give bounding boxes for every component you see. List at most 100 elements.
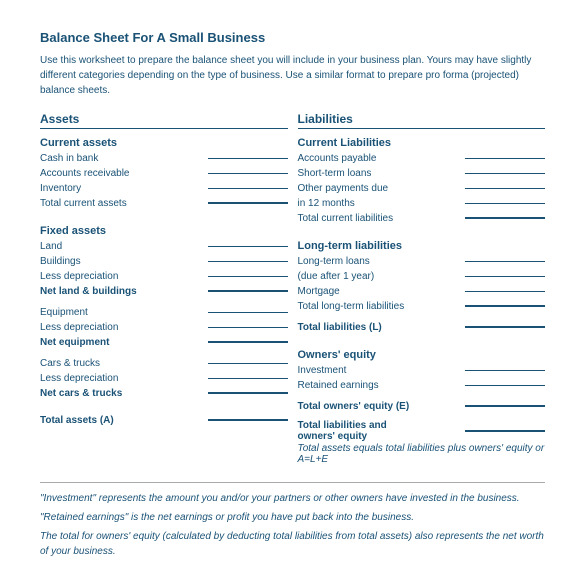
input-line [465, 370, 545, 371]
row-label: in 12 months [298, 198, 462, 209]
balance-sheet-columns: Assets Current assets Cash in bank Accou… [40, 112, 545, 466]
input-line [465, 203, 545, 204]
row-label: Less depreciation [40, 373, 204, 384]
footer-line1: "Investment" represents the amount you a… [40, 491, 545, 506]
row-label: Retained earnings [298, 380, 462, 391]
list-item: Cars & trucks [40, 356, 288, 370]
input-line [465, 188, 545, 189]
list-item: Less depreciation [40, 269, 288, 283]
input-line [465, 326, 545, 328]
total-owners-equity-label: Total owners' equity (E) [298, 401, 462, 412]
list-item: Less depreciation [40, 320, 288, 334]
input-line [465, 173, 545, 174]
row-label: Net cars & trucks [40, 388, 204, 399]
row-label: Cars & trucks [40, 358, 204, 369]
list-item: Total current liabilities [298, 211, 546, 225]
list-item: Inventory [40, 181, 288, 195]
input-line [208, 188, 288, 189]
input-line [208, 312, 288, 313]
input-line [208, 173, 288, 174]
row-label: Total long-term liabilities [298, 301, 462, 312]
list-item: Total current assets [40, 196, 288, 210]
input-line [208, 276, 288, 277]
list-item: Retained earnings [298, 378, 546, 392]
list-item: Short-term loans [298, 166, 546, 180]
total-assets-label: Total assets (A) [40, 415, 204, 426]
input-line [208, 158, 288, 159]
row-label: Net land & buildings [40, 286, 204, 297]
input-line [208, 202, 288, 204]
list-item: Less depreciation [40, 371, 288, 385]
list-item: Net land & buildings [40, 284, 288, 298]
row-label: Mortgage [298, 286, 462, 297]
row-label: Accounts receivable [40, 168, 204, 179]
list-item: Mortgage [298, 284, 546, 298]
row-label: Less depreciation [40, 322, 204, 333]
footer: "Investment" represents the amount you a… [40, 482, 545, 559]
input-line [208, 392, 288, 394]
assets-column: Assets Current assets Cash in bank Accou… [40, 112, 288, 466]
total-assets-row: Total assets (A) [40, 413, 288, 427]
list-item: Total assets equals total liabilities pl… [298, 443, 546, 465]
row-label: Cash in bank [40, 153, 204, 164]
page-title: Balance Sheet For A Small Business [40, 30, 545, 45]
input-line [465, 405, 545, 407]
row-label: Buildings [40, 256, 204, 267]
input-line [208, 419, 288, 421]
footer-line3: The total for owners' equity (calculated… [40, 529, 545, 559]
row-label: Total current assets [40, 198, 204, 209]
row-label: Investment [298, 365, 462, 376]
row-label: Other payments due [298, 183, 462, 194]
input-line [465, 385, 545, 386]
list-item: Accounts payable [298, 151, 546, 165]
assets-header: Assets [40, 112, 288, 129]
input-line [208, 363, 288, 364]
list-item: Total long-term liabilities [298, 299, 546, 313]
input-line [208, 327, 288, 328]
footer-line2: "Retained earnings" is the net earnings … [40, 510, 545, 525]
row-label: Inventory [40, 183, 204, 194]
list-item: Accounts receivable [40, 166, 288, 180]
list-item: Land [40, 239, 288, 253]
input-line [208, 378, 288, 379]
input-line [465, 261, 545, 262]
row-label: (due after 1 year) [298, 271, 462, 282]
row-label: Equipment [40, 307, 204, 318]
row-label: Short-term loans [298, 168, 462, 179]
input-line [465, 217, 545, 219]
longterm-liabilities-header: Long-term liabilities [298, 240, 546, 252]
fixed-assets-header: Fixed assets [40, 225, 288, 237]
input-line [208, 341, 288, 343]
row-label: Long-term loans [298, 256, 462, 267]
list-item: Buildings [40, 254, 288, 268]
input-line [208, 290, 288, 292]
total-liabilities-label: Total liabilities (L) [298, 322, 462, 333]
input-line [465, 291, 545, 292]
page-description: Use this worksheet to prepare the balanc… [40, 53, 540, 98]
page: Balance Sheet For A Small Business Use t… [0, 0, 585, 579]
row-label: Net equipment [40, 337, 204, 348]
current-assets-header: Current assets [40, 137, 288, 149]
total-owners-equity-row: Total owners' equity (E) [298, 399, 546, 413]
row-label: Total current liabilities [298, 213, 462, 224]
row-label: Total assets equals total liabilities pl… [298, 443, 546, 465]
list-item: in 12 months [298, 196, 546, 210]
liabilities-header: Liabilities [298, 112, 546, 129]
total-liabilities-equity-row: Total liabilities andowners' equity [298, 420, 546, 442]
liabilities-column: Liabilities Current Liabilities Accounts… [298, 112, 546, 466]
current-liabilities-header: Current Liabilities [298, 137, 546, 149]
list-item: Cash in bank [40, 151, 288, 165]
total-liabilities-equity-label: Total liabilities andowners' equity [298, 420, 462, 442]
list-item: Equipment [40, 305, 288, 319]
row-label: Less depreciation [40, 271, 204, 282]
row-label: Accounts payable [298, 153, 462, 164]
list-item: Investment [298, 363, 546, 377]
input-line [465, 276, 545, 277]
input-line [465, 158, 545, 159]
list-item: (due after 1 year) [298, 269, 546, 283]
owners-equity-header: Owners' equity [298, 349, 546, 361]
list-item: Other payments due [298, 181, 546, 195]
list-item: Net equipment [40, 335, 288, 349]
input-line [208, 246, 288, 247]
list-item: Long-term loans [298, 254, 546, 268]
